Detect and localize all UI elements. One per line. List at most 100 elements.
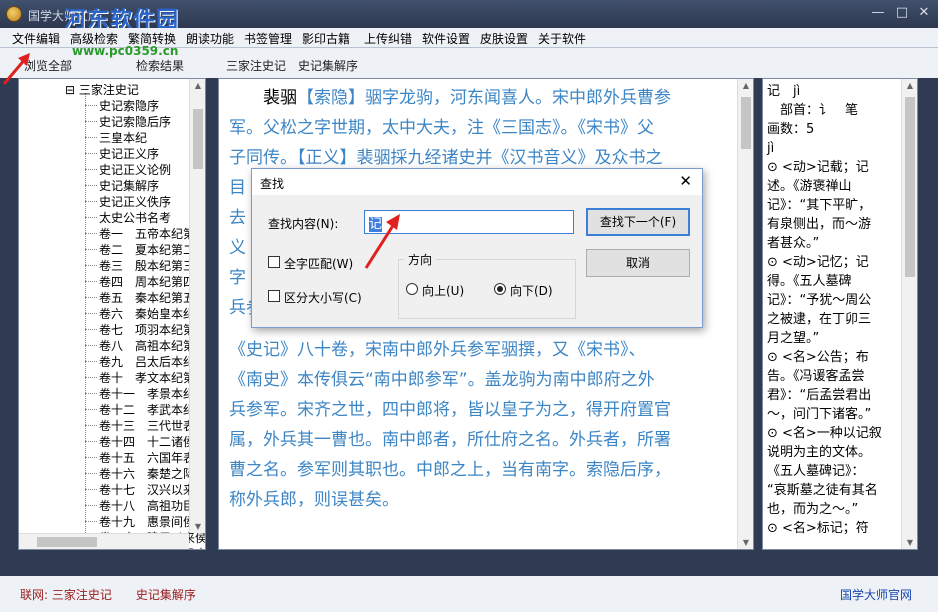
- dict-line: ⊙ <名>公告；布: [767, 350, 869, 365]
- tree-guide-line: [85, 361, 97, 362]
- tree-guide-line: [85, 105, 97, 106]
- minimize-button[interactable]: —: [870, 5, 886, 21]
- direction-down-radio[interactable]: [494, 283, 506, 295]
- main-text-annotation: 子同传。【正义】裴骃採九经诸史并《汉书音义》及众书之: [229, 148, 663, 168]
- scroll-down-icon[interactable]: ▼: [738, 538, 753, 547]
- menu-read-aloud[interactable]: 朗读功能: [186, 30, 234, 47]
- tree-guide-line: [85, 441, 97, 442]
- tree-item[interactable]: 史记索隐序: [99, 97, 159, 114]
- dict-line: 记 jì: [767, 84, 801, 99]
- breadcrumb-chapter[interactable]: 史记集解序: [298, 57, 358, 74]
- dict-line: 述。《游褒禅山: [767, 179, 852, 194]
- dict-line: 告。《冯谖客孟尝: [767, 369, 865, 384]
- watermark-url: www.pc0359.cn: [72, 44, 179, 58]
- dialog-body: 查找内容(N): 记 查找下一个(F) 取消 全字匹配(W) 区分大小写(C) …: [252, 195, 702, 327]
- tree-guide-line: [85, 313, 97, 314]
- whole-word-checkbox[interactable]: [268, 256, 280, 268]
- text-line: 兵参军。宋齐之世，四中郎将，皆以皇子为之，得开府置官: [229, 399, 671, 421]
- tree-item[interactable]: 史记索隐后序: [99, 113, 171, 130]
- match-case-label: 区分大小写(C): [284, 291, 362, 305]
- tree-item[interactable]: 卷三 殷本纪第三: [99, 257, 195, 274]
- dict-line: 君》：“后孟尝君出: [767, 388, 872, 403]
- tree-guide-line: [85, 153, 97, 154]
- find-label: 查找内容(N):: [268, 217, 339, 231]
- scroll-down-icon[interactable]: ▼: [190, 522, 205, 531]
- dict-line: 画数：5: [767, 122, 815, 137]
- tree-item[interactable]: 太史公书名考: [99, 209, 171, 226]
- tree-guide-line: [85, 201, 97, 202]
- dialog-close-icon[interactable]: ✕: [679, 172, 692, 190]
- scroll-up-icon[interactable]: ▲: [190, 81, 205, 90]
- menu-facsimile[interactable]: 影印古籍: [302, 30, 350, 47]
- main-vertical-scrollbar[interactable]: ▲ ▼: [737, 79, 753, 549]
- tree-item[interactable]: 卷五 秦本纪第五: [99, 289, 195, 306]
- dict-line: ⊙ <动>记载；记: [767, 160, 869, 175]
- direction-up-label: 向上(U): [422, 284, 465, 298]
- direction-up-radio[interactable]: [406, 283, 418, 295]
- tree-item[interactable]: 卷十一 孝景本纪: [99, 385, 195, 402]
- main-text-annotation: 兵参军。宋齐之世，四中郎将，皆以皇子为之，得开府置官: [229, 400, 671, 420]
- tree-item[interactable]: 卷十二 孝武本纪: [99, 401, 195, 418]
- menu-software-settings[interactable]: 软件设置: [422, 30, 470, 47]
- dict-line: 月之望。”: [767, 331, 820, 346]
- dict-line: 部首：讠 笔: [767, 103, 859, 118]
- close-window-button[interactable]: ✕: [916, 5, 932, 21]
- menu-skin-settings[interactable]: 皮肤设置: [480, 30, 528, 47]
- main-text-annotation: 《史记》八十卷，宋南中郎外兵参军骃撰，又《宋书》、: [229, 340, 646, 360]
- official-site-link[interactable]: 国学大师官网: [840, 586, 912, 603]
- tree-item[interactable]: 卷四 周本纪第四: [99, 273, 195, 290]
- dict-line: 有泉侧出，而～游: [767, 217, 872, 232]
- scroll-up-icon[interactable]: ▲: [902, 81, 917, 90]
- menu-bookmarks[interactable]: 书签管理: [244, 30, 292, 47]
- main-text-annotation: 军。父松之字世期，太中大夫，注《三国志》。《宋书》父: [229, 118, 654, 138]
- status-location: 联网: 三家注史记 史记集解序: [20, 588, 196, 602]
- dict-line: ⊙ <动>记忆；记: [767, 255, 869, 270]
- main-text-annotation: 《南史》本传俱云“南中郎参军”。盖龙驹为南中郎府之外: [229, 370, 655, 390]
- main-scroll-thumb[interactable]: [741, 97, 751, 149]
- tree-guide-line: [85, 473, 97, 474]
- title-bar: 国学大师文库 河东软件园 — □ ✕: [0, 0, 938, 33]
- tree-guide-line: [85, 93, 86, 549]
- tree-item[interactable]: 史记正义论例: [99, 161, 171, 178]
- text-line: 《南史》本传俱云“南中郎参军”。盖龙驹为南中郎府之外: [229, 369, 655, 391]
- dict-line: 也，而为之～。”: [767, 502, 859, 517]
- dict-line: 记》：“予犹～周公: [767, 293, 872, 308]
- menu-file-edit[interactable]: 文件编辑: [12, 30, 60, 47]
- dict-vertical-scrollbar[interactable]: ▲ ▼: [901, 79, 917, 549]
- text-line: 子同传。【正义】裴骃採九经诸史并《汉书音义》及众书之: [229, 147, 663, 169]
- whole-word-label: 全字匹配(W): [284, 257, 354, 271]
- main-text-annotation: 【索隐】骃字龙驹，河东闻喜人。宋中郎外兵曹参: [297, 88, 671, 108]
- main-text-annotation: 属，外兵其一曹也。南中郎者，所仕府之名。外兵者，所署: [229, 430, 671, 450]
- match-case-checkbox[interactable]: [268, 290, 280, 302]
- tree-root-node[interactable]: ⊟ 三家注史记: [65, 81, 139, 98]
- tree-horizontal-scrollbar[interactable]: [19, 533, 189, 549]
- tree-guide-line: [85, 121, 97, 122]
- scroll-down-icon[interactable]: ▼: [902, 538, 917, 547]
- tree-hscroll-thumb[interactable]: [37, 537, 97, 547]
- tree-item[interactable]: 史记正义佚序: [99, 193, 171, 210]
- menu-about[interactable]: 关于软件: [538, 30, 586, 47]
- tree-guide-line: [85, 249, 97, 250]
- tree-item[interactable]: 史记正义序: [99, 145, 159, 162]
- tree-item[interactable]: 卷十三 三代世表: [99, 417, 195, 434]
- tree-vertical-scrollbar[interactable]: ▲ ▼: [189, 79, 205, 533]
- cancel-button[interactable]: 取消: [586, 249, 690, 277]
- find-next-button[interactable]: 查找下一个(F): [586, 208, 690, 236]
- tree-item[interactable]: 三皇本纪: [99, 129, 147, 146]
- breadcrumb-book[interactable]: 三家注史记: [226, 57, 286, 74]
- dict-line: ⊙ <名>标记；符: [767, 521, 869, 536]
- tree-guide-line: [85, 377, 97, 378]
- text-line: 《史记》八十卷，宋南中郎外兵参军骃撰，又《宋书》、: [229, 339, 646, 361]
- tab-search-results[interactable]: 检索结果: [136, 57, 184, 74]
- text-line: 属，外兵其一曹也。南中郎者，所仕府之名。外兵者，所署: [229, 429, 671, 451]
- scroll-up-icon[interactable]: ▲: [738, 81, 753, 90]
- maximize-button[interactable]: □: [894, 5, 910, 21]
- tree-item[interactable]: 卷二 夏本纪第二: [99, 241, 195, 258]
- dict-line: 得。《五人墓碑: [767, 274, 852, 289]
- menu-upload-correction[interactable]: 上传纠错: [364, 30, 412, 47]
- tree-item[interactable]: 史记集解序: [99, 177, 159, 194]
- dict-line: jì: [767, 141, 775, 156]
- tree-item[interactable]: 卷十五 六国年表: [99, 449, 195, 466]
- dict-scroll-thumb[interactable]: [905, 97, 915, 277]
- tree-scroll-thumb[interactable]: [193, 109, 203, 169]
